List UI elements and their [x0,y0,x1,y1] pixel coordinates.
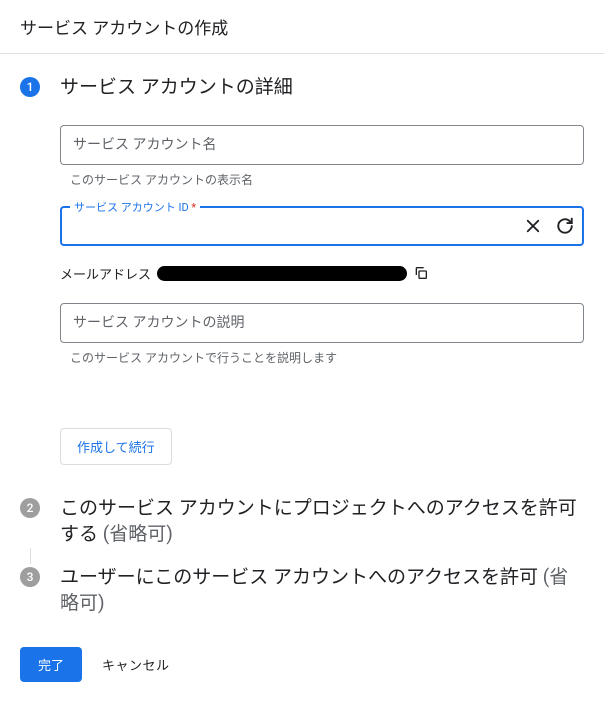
footer-actions: 完了 キャンセル [20,647,584,682]
step-2-indicator: 2 [20,498,40,518]
page-title: サービス アカウントの作成 [0,0,604,54]
name-field [60,125,584,165]
step-3-title: ユーザーにこのサービス アカウントへのアクセスを許可 (省略可) [60,564,584,617]
email-row: メールアドレス [60,264,584,283]
service-account-description-input[interactable] [60,303,584,343]
description-helper-text: このサービス アカウントで行うことを説明します [70,349,584,366]
copy-icon[interactable] [413,265,429,281]
step-1: 1 サービス アカウントの詳細 このサービス アカウントの表示名 サービス アカ… [20,74,584,495]
name-helper-text: このサービス アカウントの表示名 [70,171,584,188]
refresh-icon[interactable] [554,215,576,237]
step-1-indicator: 1 [20,77,40,97]
step-2: 2 このサービス アカウントにプロジェクトへのアクセスを許可する (省略可) [20,495,584,548]
step-3-indicator: 3 [20,567,40,587]
service-account-name-input[interactable] [60,125,584,165]
create-and-continue-button[interactable]: 作成して続行 [60,428,172,465]
description-field [60,303,584,343]
done-button[interactable]: 完了 [20,647,82,682]
email-value-redacted [157,266,407,281]
id-field-label: サービス アカウント ID * [70,199,200,215]
step-connector [30,548,31,564]
step-1-title: サービス アカウントの詳細 [60,74,584,101]
step-3: 3 ユーザーにこのサービス アカウントへのアクセスを許可 (省略可) [20,564,584,617]
id-field: サービス アカウント ID * [60,206,584,246]
clear-icon[interactable] [522,215,544,237]
main-content: 1 サービス アカウントの詳細 このサービス アカウントの表示名 サービス アカ… [0,54,604,702]
step-2-title: このサービス アカウントにプロジェクトへのアクセスを許可する (省略可) [60,495,584,548]
cancel-button[interactable]: キャンセル [102,655,170,674]
email-label: メールアドレス [60,264,151,283]
